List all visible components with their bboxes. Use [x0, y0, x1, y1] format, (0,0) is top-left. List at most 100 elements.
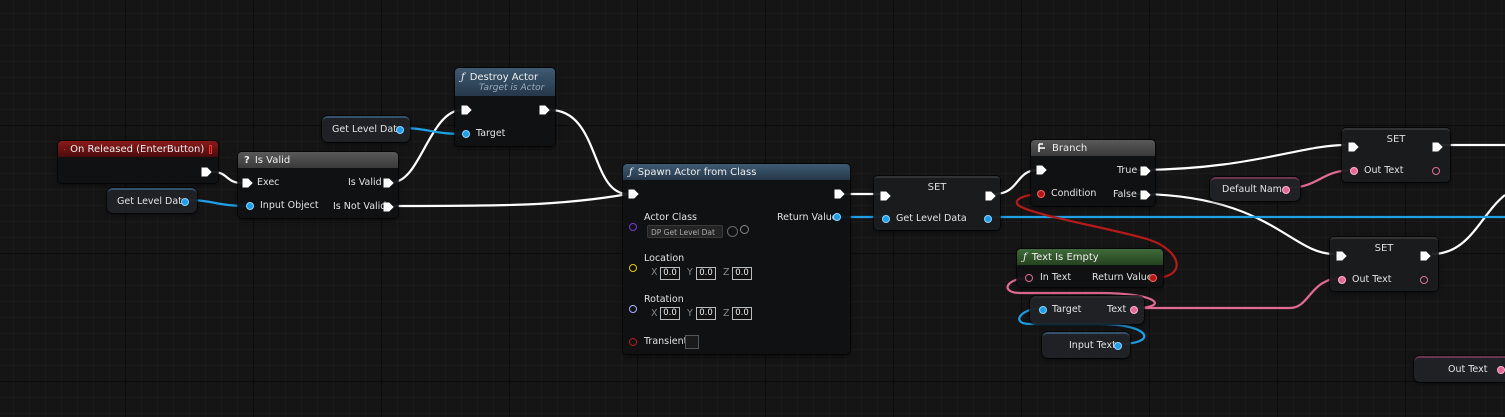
exec-in-pin[interactable] [1036, 165, 1047, 175]
exec-in-pin[interactable] [242, 178, 253, 188]
exec-out-pin[interactable] [201, 167, 212, 177]
exec-out-pin[interactable] [985, 191, 996, 201]
exec-in-pin[interactable] [1348, 142, 1359, 152]
wire-exec-set2-out [1431, 194, 1505, 256]
node-spawn-actor-from-class[interactable]: ƒ Spawn Actor from Class Actor Class DP … [623, 164, 850, 354]
pin-label-location: Location [644, 253, 685, 264]
node-destroy-actor[interactable]: ƒ Destroy Actor Target is Actor Target [455, 68, 555, 146]
target-in-pin[interactable] [462, 130, 470, 138]
wire-exec-true-set [1134, 143, 1347, 172]
exec-in-pin[interactable] [1336, 251, 1347, 261]
variable-label: Out Text [1448, 364, 1488, 375]
location-z-input[interactable]: 0.0 [732, 267, 752, 280]
node-text-is-empty[interactable]: ƒ Text Is Empty In Text Return Value [1017, 249, 1163, 287]
wire-exec-destroy-spawn [549, 108, 629, 196]
transient-in-pin[interactable] [629, 338, 637, 346]
exec-in-pin[interactable] [461, 105, 472, 115]
pin-label-out-text: Out Text [1364, 165, 1404, 176]
node-is-valid[interactable]: ? Is Valid Exec Input Object Is Valid Is… [238, 152, 398, 218]
exec-out-pin-is-not-valid[interactable] [383, 202, 394, 212]
function-icon: ƒ [461, 71, 465, 83]
actor-class-dropdown[interactable]: DP Get Level Dat [647, 225, 723, 238]
question-icon: ? [244, 154, 250, 166]
exec-in-pin[interactable] [628, 189, 639, 199]
node-set-level-data[interactable]: SET Get Level Data [874, 176, 1000, 230]
function-icon: ƒ [1023, 251, 1027, 263]
object-out-pin[interactable] [1114, 342, 1122, 350]
bool-out-pin[interactable] [1149, 274, 1157, 282]
node-title: Destroy Actor [469, 71, 539, 83]
object-out-pin[interactable] [181, 198, 189, 206]
node-title: Spawn Actor from Class [637, 166, 757, 178]
function-icon: ƒ [629, 166, 633, 178]
rotation-in-pin[interactable] [629, 305, 637, 313]
axis-x-label: X [651, 308, 658, 319]
text-out-pin[interactable] [1420, 276, 1428, 284]
node-on-released[interactable]: On Released (EnterButton) [58, 141, 218, 183]
location-y-input[interactable]: 0.0 [696, 267, 716, 280]
transient-checkbox[interactable] [685, 335, 699, 349]
rotation-z-input[interactable]: 0.0 [732, 307, 752, 320]
exec-out-pin-is-valid[interactable] [383, 178, 394, 188]
object-in-pin[interactable] [246, 202, 254, 210]
exec-out-pin[interactable] [1420, 251, 1431, 261]
variable-label: Default Name [1222, 184, 1288, 195]
object-out-pin[interactable] [396, 126, 404, 134]
text-out-pin[interactable] [1130, 306, 1138, 314]
node-branch[interactable]: Branch True Condition False [1031, 140, 1155, 206]
axis-y-label: Y [687, 308, 693, 319]
text-in-pin[interactable] [1025, 274, 1033, 282]
node-get-text[interactable]: Target Text [1030, 296, 1144, 324]
pin-label-input-object: Input Object [260, 200, 319, 211]
variable-label: Get Level Data [117, 196, 188, 207]
text-in-pin[interactable] [1338, 276, 1346, 284]
pin-label-in-text: In Text [1040, 272, 1072, 283]
branch-icon [1038, 143, 1045, 152]
return-value-out-pin[interactable] [833, 213, 841, 221]
pin-label-return-value: Return Value [777, 212, 838, 223]
exec-out-pin[interactable] [539, 105, 550, 115]
node-title: Branch [1052, 142, 1088, 154]
search-icon[interactable] [740, 225, 749, 234]
object-in-pin[interactable] [882, 215, 890, 223]
node-header: ? Is Valid [238, 152, 398, 168]
location-x-input[interactable]: 0.0 [660, 267, 680, 280]
node-input-text[interactable]: Input Text [1042, 332, 1130, 358]
rotation-y-input[interactable]: 0.0 [696, 307, 716, 320]
node-subtitle: Target is Actor [479, 82, 545, 93]
text-out-pin[interactable] [1282, 186, 1290, 194]
event-diamond-icon [64, 148, 66, 150]
pin-label-true: True [1117, 165, 1138, 176]
target-in-pin[interactable] [1039, 306, 1047, 314]
pin-label-false: False [1113, 189, 1137, 200]
delegate-square-icon[interactable] [209, 144, 212, 154]
rotation-x-input[interactable]: 0.0 [660, 307, 680, 320]
node-title: SET [927, 182, 947, 193]
browse-arrow-icon[interactable] [727, 226, 738, 237]
text-in-pin[interactable] [1350, 167, 1358, 175]
node-set-out-text[interactable]: SET Out Text [1342, 128, 1450, 182]
node-title: Text Is Empty [1031, 251, 1099, 263]
class-in-pin[interactable] [629, 223, 637, 231]
text-out-pin[interactable] [1497, 366, 1505, 374]
node-header: Branch [1031, 140, 1155, 156]
node-default-name[interactable]: Default Name [1210, 177, 1300, 201]
pin-label-is-valid: Is Valid [348, 177, 382, 188]
exec-out-pin[interactable] [834, 189, 845, 199]
node-set-out-text[interactable]: SET Out Text [1330, 237, 1438, 291]
exec-in-pin[interactable] [880, 191, 891, 201]
pin-label-out-text: Out Text [1352, 274, 1392, 285]
text-out-pin[interactable] [1432, 167, 1440, 175]
exec-out-pin-false[interactable] [1140, 190, 1151, 200]
node-get-level-data[interactable]: Get Level Data [107, 188, 197, 213]
axis-y-label: Y [687, 267, 693, 278]
exec-out-pin-true[interactable] [1140, 166, 1151, 176]
node-out-text[interactable]: Out Text [1414, 356, 1505, 382]
axis-z-label: Z [723, 308, 730, 319]
condition-in-pin[interactable] [1037, 190, 1045, 198]
exec-out-pin[interactable] [1432, 142, 1443, 152]
object-out-pin[interactable] [984, 215, 992, 223]
location-in-pin[interactable] [629, 264, 637, 272]
pin-label-exec: Exec [257, 177, 280, 188]
node-get-level-data[interactable]: Get Level Data [322, 116, 410, 142]
